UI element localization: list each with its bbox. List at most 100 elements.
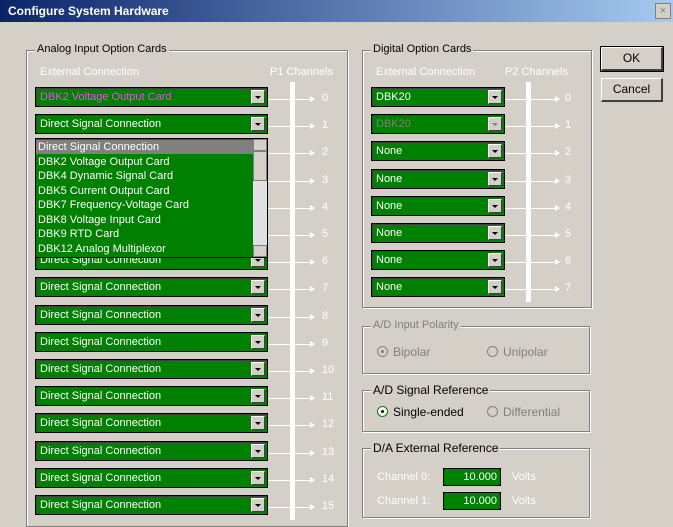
analog-channel-number: 13	[322, 445, 335, 458]
dropdown-option[interactable]: DBK4 Dynamic Signal Card	[38, 169, 173, 183]
digital-arrow-icon	[505, 259, 560, 266]
chevron-down-icon[interactable]	[251, 389, 265, 404]
cancel-button[interactable]: Cancel	[601, 78, 663, 102]
analog-header-ch: P1 Channels	[270, 66, 333, 78]
analog-combo-7[interactable]: Direct Signal Connection	[35, 277, 268, 298]
digital-arrow-icon	[505, 177, 560, 184]
analog-channel-number: 8	[322, 309, 329, 322]
dropdown-option[interactable]: DBK7 Frequency-Voltage Card	[38, 198, 189, 212]
digital-header-ch: P2 Channels	[505, 66, 568, 78]
chevron-down-icon[interactable]	[488, 90, 502, 104]
ch0-unit: Volts	[512, 471, 536, 483]
analog-channel-number: 7	[322, 282, 329, 295]
ch0-value-field[interactable]: 10.000	[443, 468, 501, 486]
analog-arrow-icon	[268, 395, 315, 402]
digital-combo-3[interactable]: None	[371, 168, 505, 189]
analog-combo-9[interactable]: Direct Signal Connection	[35, 331, 268, 352]
dropdown-option[interactable]: DBK8 Voltage Input Card	[38, 213, 161, 227]
ch1-value-field[interactable]: 10.000	[443, 492, 501, 510]
digital-channel-number: 5	[565, 228, 572, 240]
chevron-down-icon[interactable]	[488, 280, 502, 295]
scroll-down-icon[interactable]	[253, 245, 267, 257]
ok-button[interactable]: OK	[600, 46, 664, 72]
analog-channel-number: 9	[322, 336, 329, 349]
analog-arrow-icon	[268, 232, 315, 238]
dropdown-option[interactable]: Direct Signal Connection	[36, 140, 254, 154]
analog-arrow-icon	[268, 286, 315, 293]
analog-combo-15[interactable]: Direct Signal Connection	[35, 495, 268, 515]
analog-combo-1[interactable]: Direct Signal Connection	[35, 114, 268, 135]
digital-combo-value: DBK20	[376, 118, 411, 131]
chevron-down-icon[interactable]	[488, 144, 502, 159]
chevron-down-icon[interactable]	[251, 362, 265, 376]
digital-combo-value: None	[376, 227, 403, 239]
chevron-down-icon[interactable]	[488, 171, 502, 186]
digital-channel-number: 6	[565, 255, 572, 268]
digital-combo-5[interactable]: None	[371, 223, 505, 243]
dropdown-scrollbar[interactable]	[253, 139, 267, 257]
dropdown-option[interactable]: DBK2 Voltage Output Card	[38, 155, 169, 169]
chevron-down-icon[interactable]	[251, 443, 265, 458]
unipolar-label: Unipolar	[503, 345, 548, 359]
analog-channel-number: 3	[322, 173, 329, 186]
analog-channel-number: 5	[322, 228, 329, 240]
unipolar-radio[interactable]	[487, 346, 498, 357]
analog-arrow-icon	[268, 449, 315, 456]
title-bar: Configure System Hardware ×	[0, 0, 673, 22]
digital-combo-value: None	[376, 199, 403, 212]
single-ended-radio[interactable]	[377, 406, 388, 417]
digital-combo-2[interactable]: None	[371, 141, 505, 162]
bipolar-radio[interactable]	[377, 346, 388, 357]
digital-channel-number: 2	[565, 146, 572, 159]
digital-combo-0[interactable]: DBK20	[371, 87, 505, 107]
chevron-down-icon[interactable]	[251, 470, 265, 485]
analog-combo-8[interactable]: Direct Signal Connection	[35, 304, 268, 325]
analog-combo-value: DBK2 Voltage Output Card	[40, 91, 172, 103]
scroll-up-icon[interactable]	[253, 139, 267, 151]
digital-combo-value: DBK20	[376, 91, 411, 103]
analog-combo-13[interactable]: Direct Signal Connection	[35, 440, 268, 461]
analog-group-label: Analog Input Option Cards	[35, 43, 169, 55]
single-ended-label: Single-ended	[393, 405, 464, 419]
analog-arrow-icon	[268, 177, 315, 184]
connection-dropdown-list[interactable]: Direct Signal Connection DBK2 Voltage Out…	[35, 138, 268, 258]
dropdown-option[interactable]: DBK12 Analog Multiplexor	[38, 242, 166, 256]
analog-combo-10[interactable]: Direct Signal Connection	[35, 359, 268, 379]
digital-combo-7[interactable]: None	[371, 277, 505, 298]
analog-combo-value: Direct Signal Connection	[40, 118, 162, 131]
window-title: Configure System Hardware	[8, 4, 169, 18]
dropdown-option[interactable]: DBK9 RTD Card	[38, 227, 119, 241]
chevron-down-icon[interactable]	[251, 416, 265, 431]
chevron-down-icon[interactable]	[488, 226, 502, 240]
analog-combo-12[interactable]: Direct Signal Connection	[35, 413, 268, 434]
analog-arrow-icon	[268, 340, 315, 347]
analog-combo-14[interactable]: Direct Signal Connection	[35, 467, 268, 488]
chevron-down-icon[interactable]	[251, 117, 265, 132]
chevron-down-icon[interactable]	[251, 280, 265, 295]
analog-channel-number: 0	[322, 92, 329, 104]
chevron-down-icon[interactable]	[251, 307, 265, 322]
digital-combo-value: None	[376, 172, 403, 185]
signal-ref-group-label: A/D Signal Reference	[371, 383, 491, 397]
digital-combo-6[interactable]: None	[371, 250, 505, 271]
differential-radio[interactable]	[487, 406, 498, 417]
chevron-down-icon[interactable]	[251, 90, 265, 104]
chevron-down-icon[interactable]	[251, 498, 265, 512]
chevron-down-icon[interactable]	[251, 334, 265, 349]
close-icon[interactable]: ×	[655, 3, 671, 19]
scroll-thumb[interactable]	[253, 151, 267, 181]
digital-header-ext: External Connection	[376, 66, 476, 78]
digital-group-label: Digital Option Cards	[371, 43, 474, 55]
dropdown-option[interactable]: DBK5 Current Output Card	[38, 184, 169, 198]
digital-combo-value: None	[376, 281, 403, 294]
analog-combo-11[interactable]: Direct Signal Connection	[35, 386, 268, 407]
differential-label: Differential	[503, 405, 561, 419]
chevron-down-icon[interactable]	[488, 117, 502, 132]
digital-combo-1[interactable]: DBK20	[371, 114, 505, 135]
digital-combo-4[interactable]: None	[371, 195, 505, 216]
analog-combo-0[interactable]: DBK2 Voltage Output Card	[35, 87, 268, 107]
chevron-down-icon[interactable]	[488, 198, 502, 213]
analog-channel-number: 1	[322, 119, 329, 132]
analog-arrow-icon	[268, 504, 315, 510]
chevron-down-icon[interactable]	[488, 253, 502, 268]
